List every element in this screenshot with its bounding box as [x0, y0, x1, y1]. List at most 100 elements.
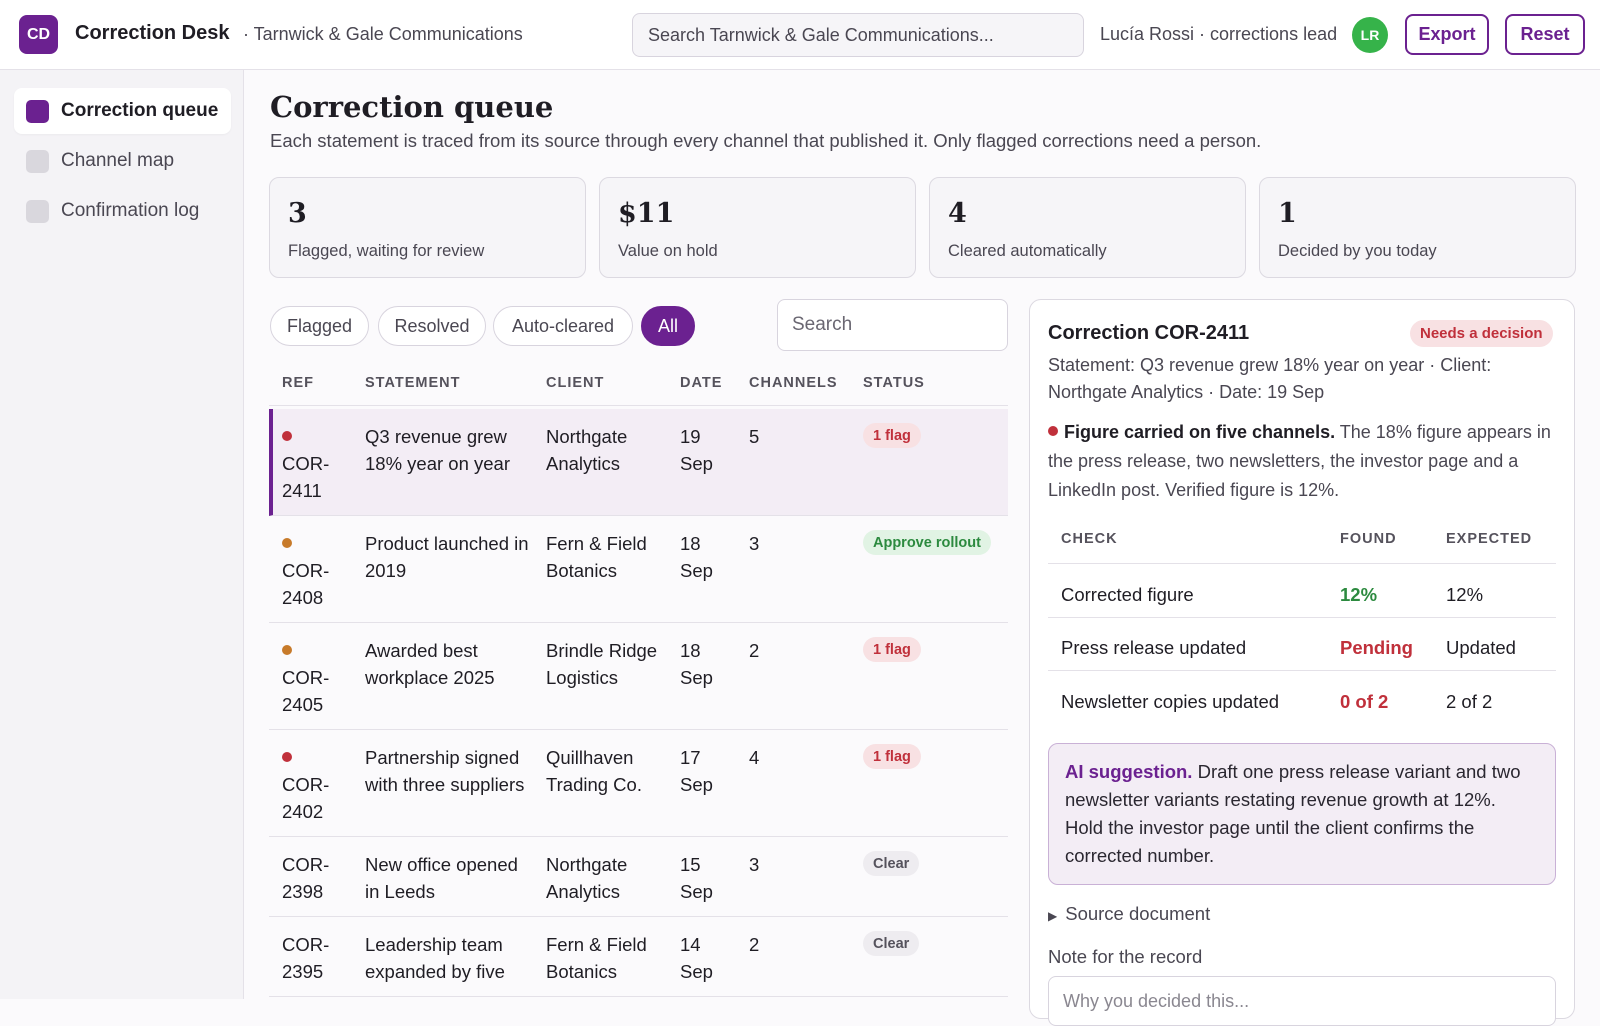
sidebar-item-correction-queue[interactable]: Correction queue [14, 88, 231, 134]
cell-ref: COR- 2398 [282, 851, 329, 905]
organization-name: · Tarnwick & Gale Communications [243, 24, 523, 44]
cell-date: 17 Sep [680, 744, 713, 798]
column-header-channels[interactable]: CHANNELS [749, 375, 838, 391]
cell-client: Fern & Field Botanics [546, 533, 647, 581]
cell-date: 18 Sep [680, 637, 713, 691]
check-found: 12% [1340, 584, 1378, 605]
cell-channels: 3 [749, 854, 760, 875]
status-dot-icon [282, 752, 292, 762]
top-bar: CD Correction Desk · Tarnwick & Gale Com… [0, 0, 1600, 70]
filter-chip-all[interactable]: All [641, 306, 695, 346]
cell-ref-prefix: COR- [282, 774, 330, 795]
detail-title: Correction COR-2411 [1048, 322, 1250, 344]
page-subtitle: Each statement is traced from its source… [270, 130, 1262, 151]
cell-ref-number: 2395 [282, 961, 324, 982]
status-pill[interactable]: 1 flag [863, 423, 921, 448]
cell-channels: 2 [749, 934, 760, 955]
note-input[interactable]: Why you decided this... [1048, 976, 1556, 1026]
app-logo: CD [19, 15, 58, 54]
stat-value: $11 [618, 198, 675, 229]
global-search-input[interactable]: Search Tarnwick & Gale Communications... [632, 13, 1084, 57]
sidebar: Correction queue Channel map Confirmatio… [0, 70, 244, 999]
column-header-client[interactable]: CLIENT [546, 375, 604, 391]
status-pill[interactable]: 1 flag [863, 637, 921, 662]
cell-date-day: 17 [680, 747, 701, 768]
cell-client: Northgate Analytics [546, 854, 628, 902]
stat-value: 3 [288, 198, 307, 229]
ai-suggestion-label: AI suggestion. [1065, 761, 1193, 782]
alert-title: Figure carried on five channels. [1064, 422, 1336, 442]
status-dot-icon [282, 431, 292, 441]
column-header-ref[interactable]: REF [282, 375, 314, 391]
cell-ref: COR- 2408 [282, 557, 329, 611]
table-header-divider [269, 405, 1008, 406]
status-dot-icon [282, 645, 292, 655]
square-icon [26, 99, 49, 123]
cell-ref: COR- 2411 [282, 450, 329, 504]
check-header-expected: EXPECTED [1446, 531, 1533, 547]
table-row[interactable]: COR- 2402 Partnership signed with three su… [269, 730, 1008, 837]
cell-channels: 5 [749, 426, 760, 447]
sidebar-item-label: Correction queue [61, 100, 219, 121]
cell-statement: Q3 revenue grew 18% year on year [365, 426, 511, 474]
table-row[interactable]: COR- 2411 Q3 revenue grew 18% year on year… [269, 409, 1008, 516]
stat-label: Cleared automatically [948, 242, 1107, 260]
cell-client: Fern & Field Botanics [546, 934, 647, 982]
cell-date-month: Sep [680, 667, 713, 688]
source-document-label: Source document [1065, 903, 1211, 924]
status-pill[interactable]: Approve rollout [863, 530, 991, 555]
source-document-toggle[interactable]: ▶ Source document [1048, 903, 1210, 925]
cell-date: 15 Sep [680, 851, 713, 905]
cell-client: Brindle Ridge Logistics [546, 640, 658, 688]
cell-statement: Product launched in 2019 [365, 533, 529, 581]
check-expected: Updated [1446, 637, 1516, 658]
filter-chip-flagged[interactable]: Flagged [270, 306, 369, 346]
stat-label: Flagged, waiting for review [288, 242, 485, 260]
export-button[interactable]: Export [1405, 14, 1489, 55]
stat-card-value-on-hold: $11 Value on hold [599, 177, 916, 278]
stat-label: Value on hold [618, 242, 718, 260]
stat-value: 1 [1278, 198, 1297, 229]
sidebar-item-channel-map[interactable]: Channel map [14, 138, 231, 184]
reset-button[interactable]: Reset [1505, 14, 1585, 55]
stat-card-decided: 1 Decided by you today [1259, 177, 1576, 278]
cell-ref-number: 2408 [282, 587, 324, 608]
column-header-date[interactable]: DATE [680, 375, 722, 391]
table-row[interactable]: COR- 2408 Product launched in 2019 Fern & F… [269, 516, 1008, 623]
stat-card-cleared: 4 Cleared automatically [929, 177, 1246, 278]
cell-ref-number: 2405 [282, 694, 324, 715]
status-pill[interactable]: Clear [863, 931, 920, 956]
cell-ref-prefix: COR- [282, 560, 330, 581]
cell-ref-prefix: COR- [282, 667, 330, 688]
cell-statement: Awarded best workplace 2025 [365, 640, 495, 688]
square-icon [26, 149, 49, 173]
column-header-statement[interactable]: STATEMENT [365, 375, 460, 391]
sidebar-item-confirmation-log[interactable]: Confirmation log [14, 188, 231, 234]
status-pill[interactable]: 1 flag [863, 744, 921, 769]
avatar[interactable]: LR [1352, 17, 1388, 53]
note-label: Note for the record [1048, 946, 1203, 967]
cell-ref-prefix: COR- [282, 934, 330, 955]
table-row[interactable]: COR- 2405 Awarded best workplace 2025 Brind… [269, 623, 1008, 730]
detail-alert: Figure carried on five channels. The 18%… [1048, 418, 1558, 505]
cell-date-month: Sep [680, 560, 713, 581]
cell-channels: 3 [749, 533, 760, 554]
cell-date-month: Sep [680, 453, 713, 474]
cell-date-day: 19 [680, 426, 701, 447]
table-row[interactable]: COR- 2395 Leadership team expanded by five… [269, 917, 1008, 997]
table-search-input[interactable]: Search [777, 299, 1008, 351]
status-pill[interactable]: Clear [863, 851, 920, 876]
column-header-status[interactable]: STATUS [863, 375, 925, 391]
check-name: Press release updated [1061, 637, 1247, 658]
filter-chip-resolved[interactable]: Resolved [378, 306, 486, 346]
cell-ref-number: 2398 [282, 881, 324, 902]
cell-date-day: 18 [680, 533, 701, 554]
table-row[interactable]: COR- 2398 New office opened in Leeds Northg… [269, 837, 1008, 917]
cell-client: Northgate Analytics [546, 426, 628, 474]
cell-statement: Leadership team expanded by five [365, 934, 505, 982]
filter-chip-auto-cleared[interactable]: Auto-cleared [493, 306, 633, 346]
detail-panel: Correction COR-2411 Needs a decision Sta… [1029, 299, 1575, 1026]
status-badge: Needs a decision [1410, 320, 1553, 347]
stat-label: Decided by you today [1278, 242, 1437, 260]
check-name: Corrected figure [1061, 584, 1194, 605]
